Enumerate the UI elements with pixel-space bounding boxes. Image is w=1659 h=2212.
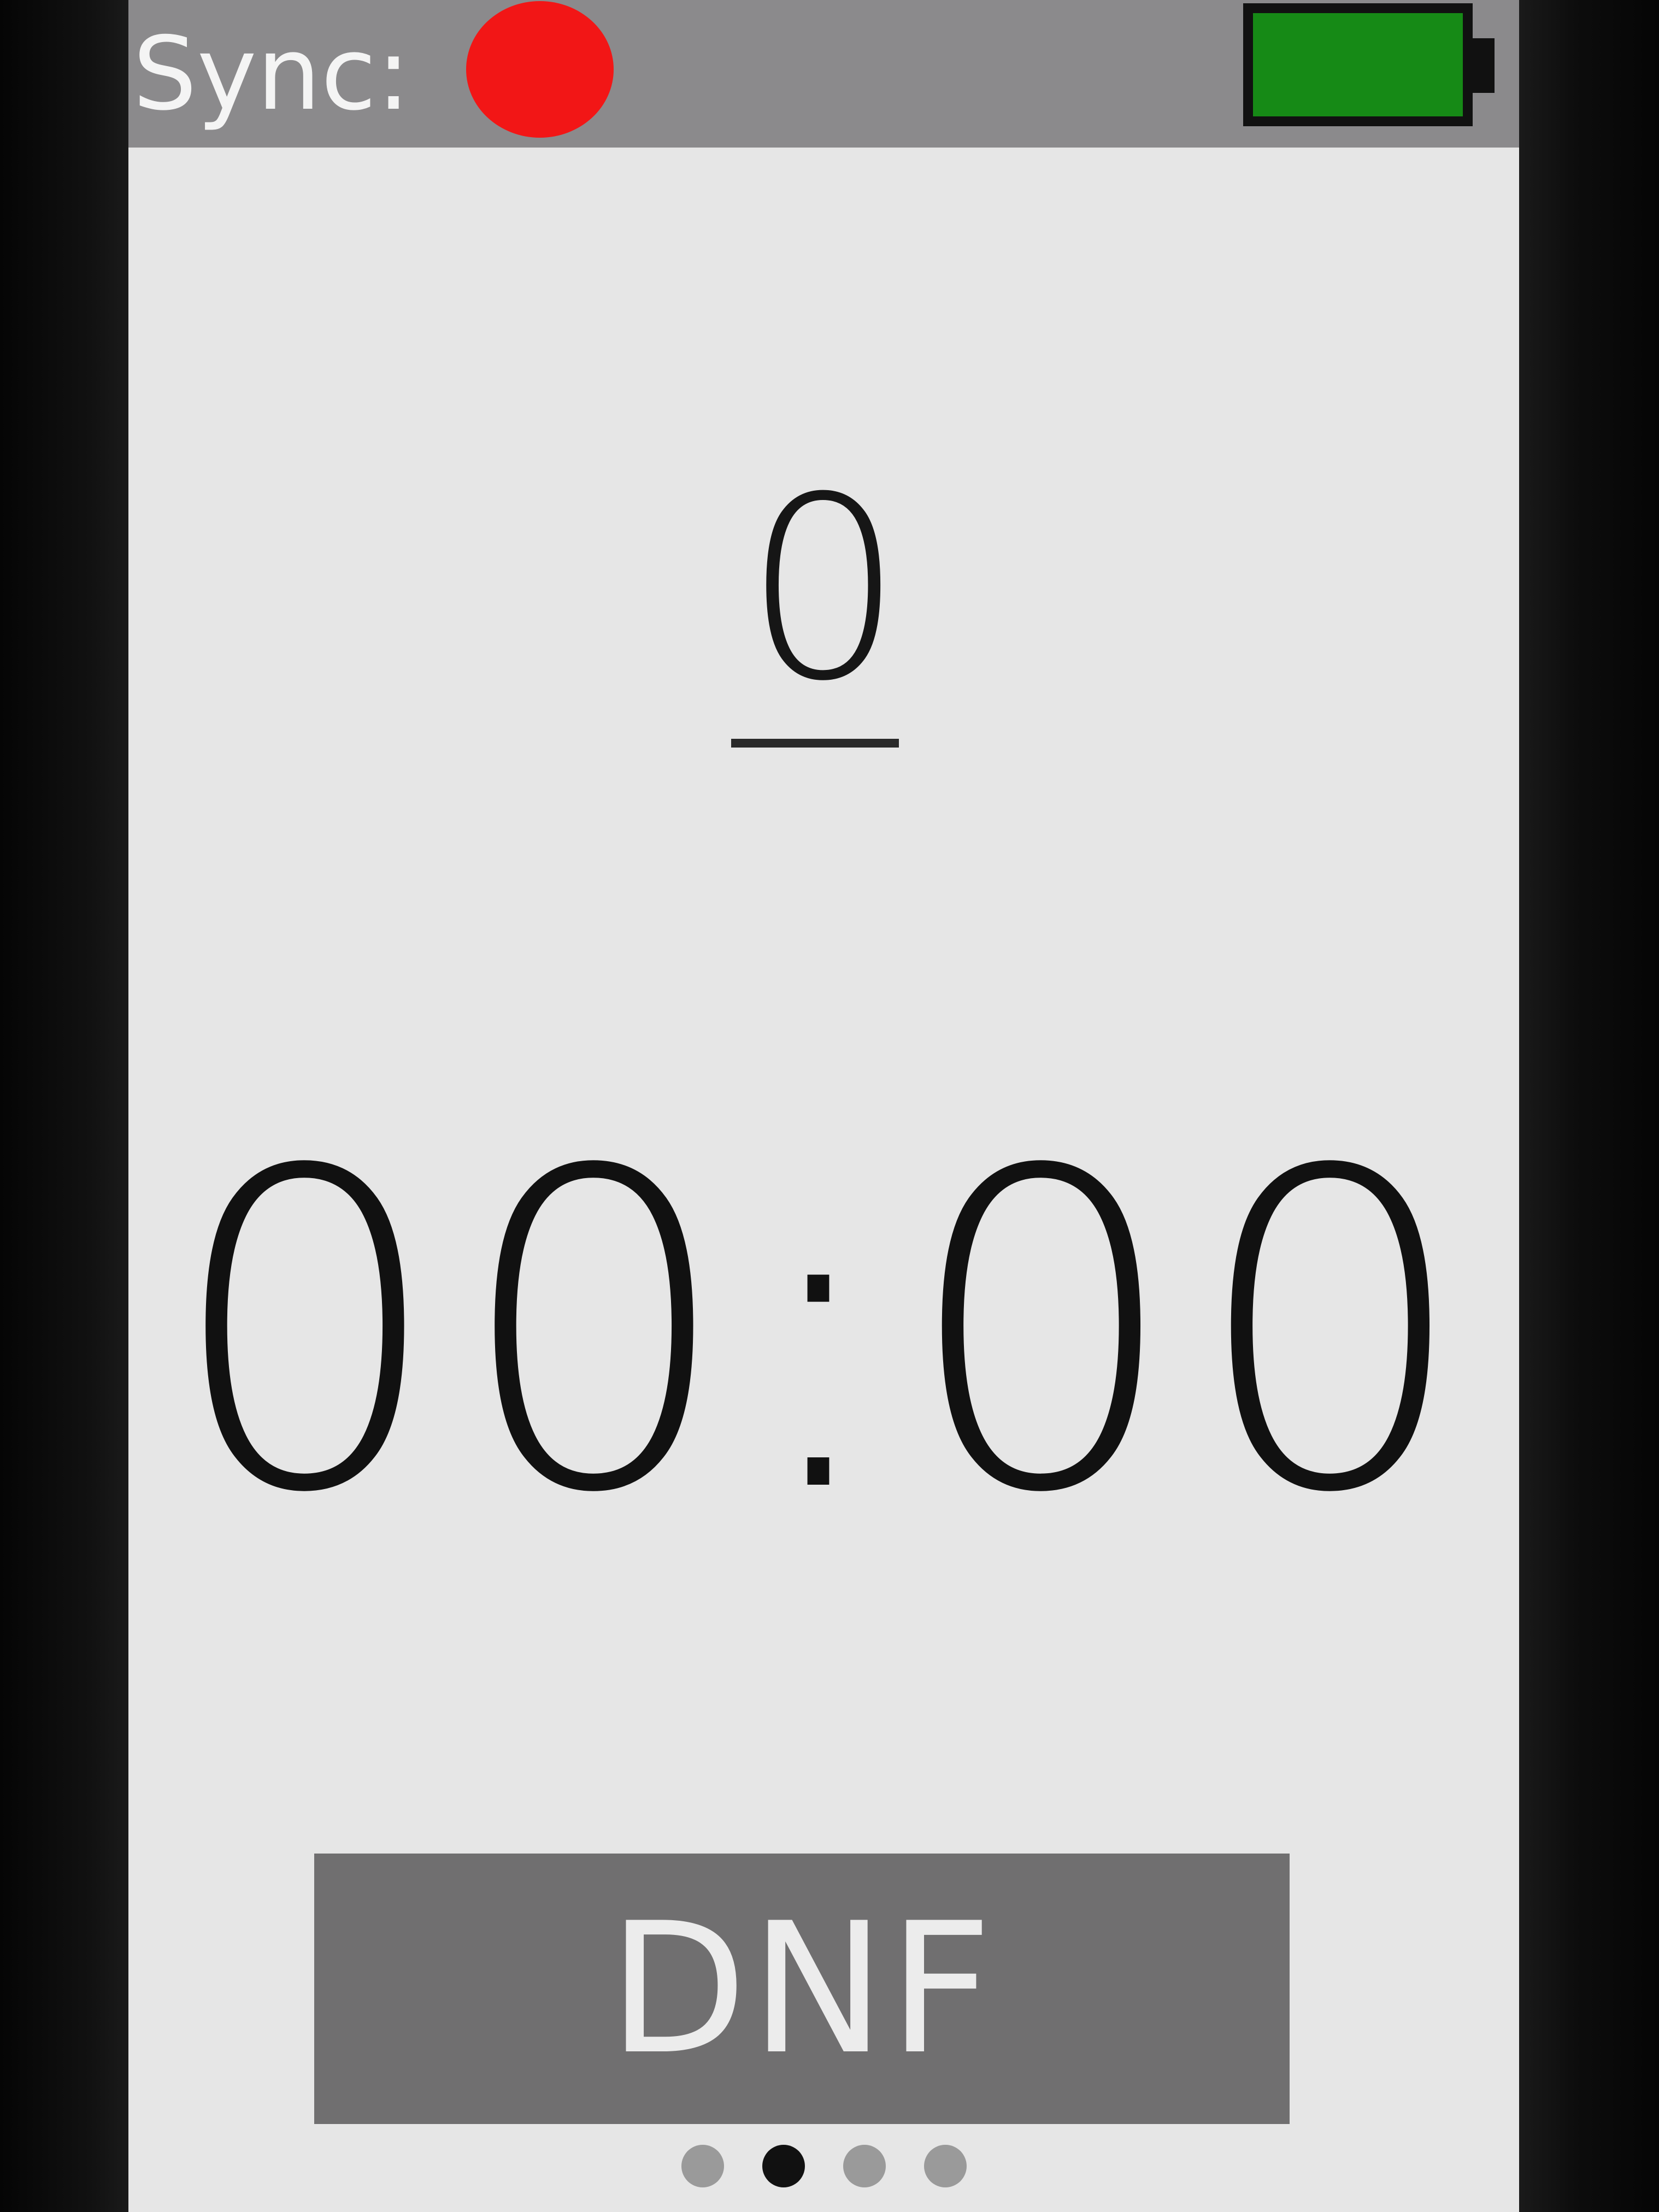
device-bezel-right — [1519, 0, 1659, 2212]
timer-display[interactable]: 00:00 — [128, 1115, 1519, 1552]
dnf-button[interactable]: DNF — [314, 1854, 1290, 2124]
solve-count-underline — [731, 739, 899, 748]
status-bar: Sync: — [128, 0, 1519, 148]
battery-icon — [1243, 3, 1473, 126]
page-dot-3[interactable] — [843, 2145, 886, 2187]
solve-count[interactable]: 0 — [128, 459, 1519, 721]
page-dot-4[interactable] — [923, 2145, 967, 2187]
battery-level-fill — [1253, 13, 1463, 116]
device-bezel-left — [0, 0, 128, 2212]
page-indicator[interactable] — [128, 2145, 1519, 2189]
sync-status-indicator — [466, 1, 614, 138]
page-dot-2[interactable] — [762, 2145, 805, 2187]
page-dot-1[interactable] — [681, 2145, 724, 2187]
sync-label: Sync: — [133, 15, 411, 133]
device-screen: Sync: 0 00:00 DNF — [128, 0, 1519, 2212]
battery-terminal — [1473, 38, 1495, 93]
